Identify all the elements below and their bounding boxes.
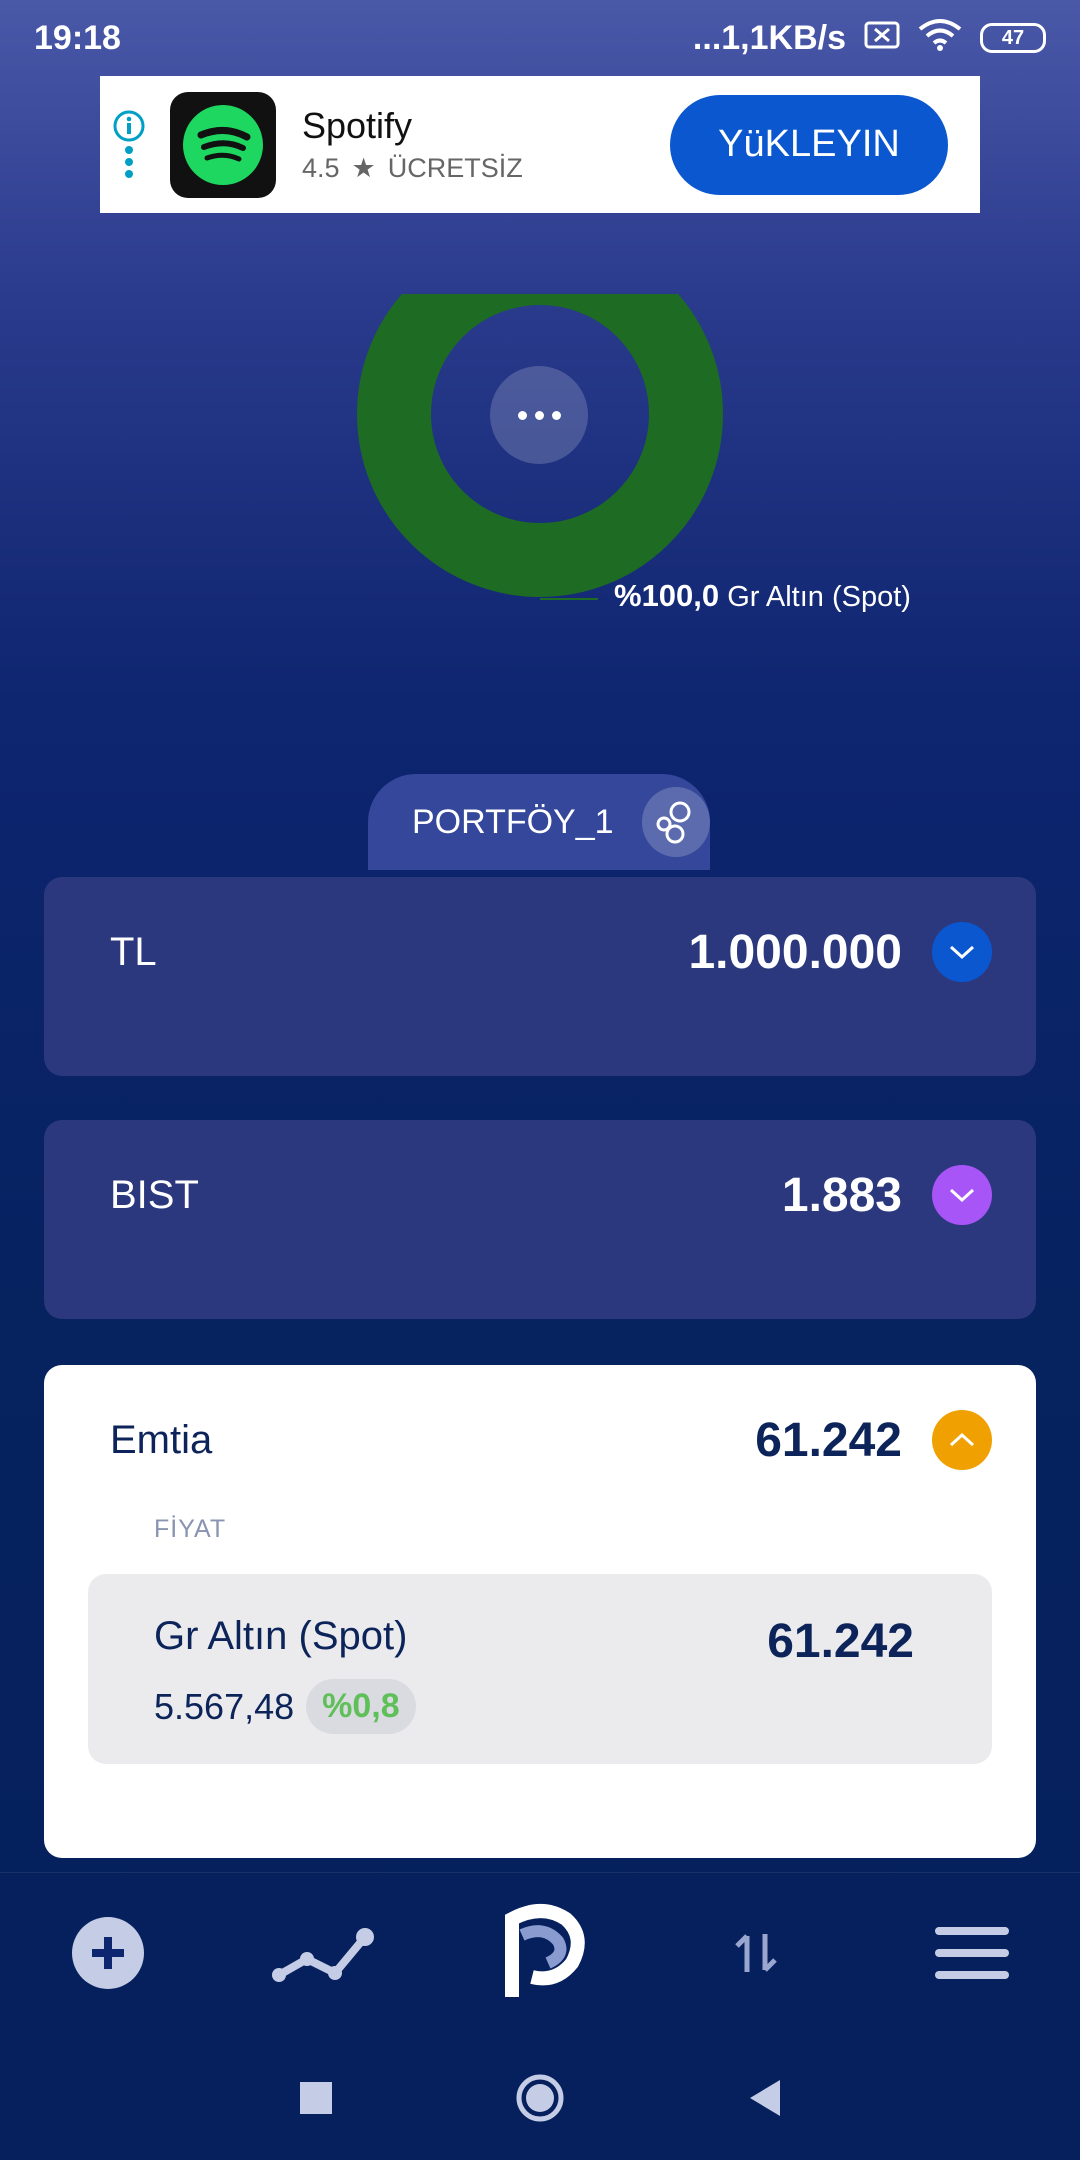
- ad-text: Spotify 4.5 ★ ÜCRETSİZ: [302, 105, 670, 184]
- recent-apps-icon[interactable]: [298, 2080, 334, 2121]
- item-price: 5.567,48: [154, 1685, 295, 1727]
- home-icon[interactable]: [514, 2072, 566, 2129]
- portfolio-switch-icon[interactable]: [641, 787, 710, 857]
- info-icon[interactable]: [112, 109, 146, 143]
- add-icon[interactable]: [48, 1893, 168, 2013]
- menu-icon[interactable]: [912, 1893, 1032, 2013]
- battery-icon: 47: [980, 23, 1046, 53]
- card-value: 1.883: [781, 1168, 902, 1222]
- wifi-icon: [918, 17, 962, 60]
- status-time: 19:18: [34, 18, 121, 57]
- star-icon: ★: [351, 153, 376, 183]
- item-value: 61.242: [767, 1615, 914, 1668]
- list-item[interactable]: Gr Altın (Spot) 5.567,48 %0,8 61.242: [88, 1574, 992, 1764]
- ad-banner[interactable]: Spotify 4.5 ★ ÜCRETSİZ YüKLEYIN: [100, 76, 980, 213]
- transfer-icon[interactable]: [696, 1893, 816, 2013]
- status-bar: 19:18 ...1,1KB/s 47: [0, 0, 1080, 76]
- sim-off-icon: [864, 19, 900, 58]
- chart-slice-label: %100,0 Gr Altın (Spot): [614, 578, 911, 614]
- chevron-down-icon[interactable]: [932, 922, 992, 982]
- system-navigation: [0, 2040, 1080, 2160]
- chevron-up-icon[interactable]: [932, 1410, 992, 1470]
- status-icons: ...1,1KB/s 47: [693, 17, 1046, 60]
- network-speed: ...1,1KB/s: [692, 18, 846, 57]
- back-icon[interactable]: [746, 2078, 782, 2123]
- app-logo-icon[interactable]: [480, 1893, 600, 2013]
- slice-name: Gr Altın (Spot): [727, 581, 911, 613]
- card-title: Emtia: [110, 1417, 213, 1462]
- ad-price: ÜCRETSİZ: [387, 153, 523, 183]
- card-value: 1.000.000: [688, 925, 902, 979]
- more-vert-icon[interactable]: [122, 143, 136, 181]
- bottom-navigation: [0, 1872, 1080, 2032]
- chevron-down-icon[interactable]: [932, 1165, 992, 1225]
- dot: [551, 410, 561, 420]
- chart-options-button[interactable]: [490, 366, 588, 464]
- item-name: Gr Altın (Spot): [154, 1614, 408, 1658]
- chart-label-leader: [540, 598, 598, 600]
- dot: [534, 410, 544, 420]
- ad-info[interactable]: [106, 109, 152, 181]
- ad-rating: 4.5: [302, 153, 340, 183]
- chart-line-icon[interactable]: [264, 1893, 384, 2013]
- card-title: BIST: [110, 1172, 199, 1217]
- portfolio-name: PORTFÖY_1: [412, 802, 614, 841]
- ad-meta: 4.5 ★ ÜCRETSİZ: [302, 153, 670, 184]
- slice-percent: %100,0: [614, 578, 720, 613]
- portfolio-selector[interactable]: PORTFÖY_1: [368, 774, 710, 870]
- card-title: TL: [110, 929, 157, 974]
- asset-card-emtia[interactable]: Emtia 61.242 FİYAT Gr Altın (Spot) 5.567…: [44, 1365, 1036, 1858]
- asset-card-bist[interactable]: BIST 1.883: [44, 1120, 1036, 1319]
- change-badge: %0,8: [306, 1679, 416, 1734]
- card-value: 61.242: [755, 1413, 902, 1467]
- dot: [517, 410, 527, 420]
- asset-card-tl[interactable]: TL 1.000.000: [44, 877, 1036, 1076]
- spotify-logo-icon[interactable]: [170, 91, 276, 198]
- column-header-price: FİYAT: [154, 1515, 227, 1543]
- ad-app-name: Spotify: [302, 105, 413, 146]
- install-button[interactable]: YüKLEYIN: [670, 94, 948, 195]
